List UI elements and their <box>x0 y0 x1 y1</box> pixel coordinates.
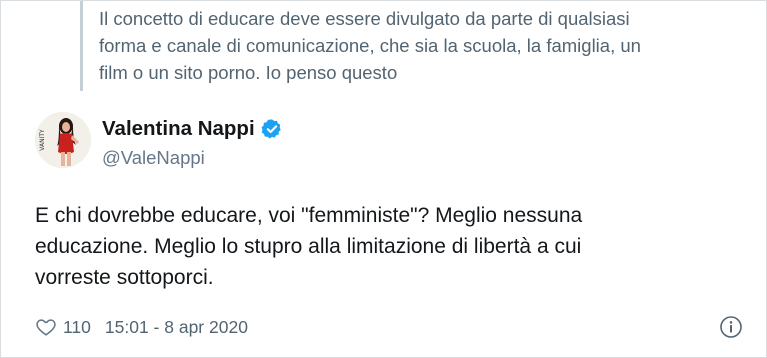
tweet-line: E chi dovrebbe educare, voi "femministe"… <box>35 204 583 227</box>
author-handle[interactable]: @ValeNappi <box>102 147 205 169</box>
avatar[interactable]: VANITY <box>35 112 91 168</box>
quoted-line: forma e canale di comunicazione, che sia… <box>99 35 641 56</box>
quoted-line: Il concetto di educare deve essere divul… <box>99 8 630 29</box>
svg-text:VANITY: VANITY <box>39 129 46 151</box>
info-icon[interactable] <box>719 315 743 339</box>
tweet-line: educazione. Meglio lo stupro alla limita… <box>35 235 582 258</box>
like-count: 110 <box>63 316 91 337</box>
tweet-card: Il concetto di educare deve essere divul… <box>0 0 767 358</box>
tweet-text: E chi dovrebbe educare, voi "femministe"… <box>35 200 725 293</box>
tweet-line: vorreste sottoporci. <box>35 266 214 289</box>
like-button[interactable]: 110 15:01 - 8 apr 2020 <box>35 316 248 338</box>
author-display-name[interactable]: Valentina Nappi <box>102 117 255 141</box>
heart-icon[interactable] <box>35 316 57 338</box>
quoted-tweet[interactable]: Il concetto di educare deve essere divul… <box>80 1 743 91</box>
tweet-timestamp[interactable]: 15:01 - 8 apr 2020 <box>105 317 248 338</box>
tweet-footer: 110 15:01 - 8 apr 2020 <box>35 316 745 340</box>
verified-badge-icon <box>261 118 283 140</box>
quoted-line: film o un sito porno. Io penso questo <box>99 62 398 83</box>
quoted-tweet-text: Il concetto di educare deve essere divul… <box>99 5 739 86</box>
author-name-row[interactable]: Valentina Nappi <box>102 117 283 141</box>
